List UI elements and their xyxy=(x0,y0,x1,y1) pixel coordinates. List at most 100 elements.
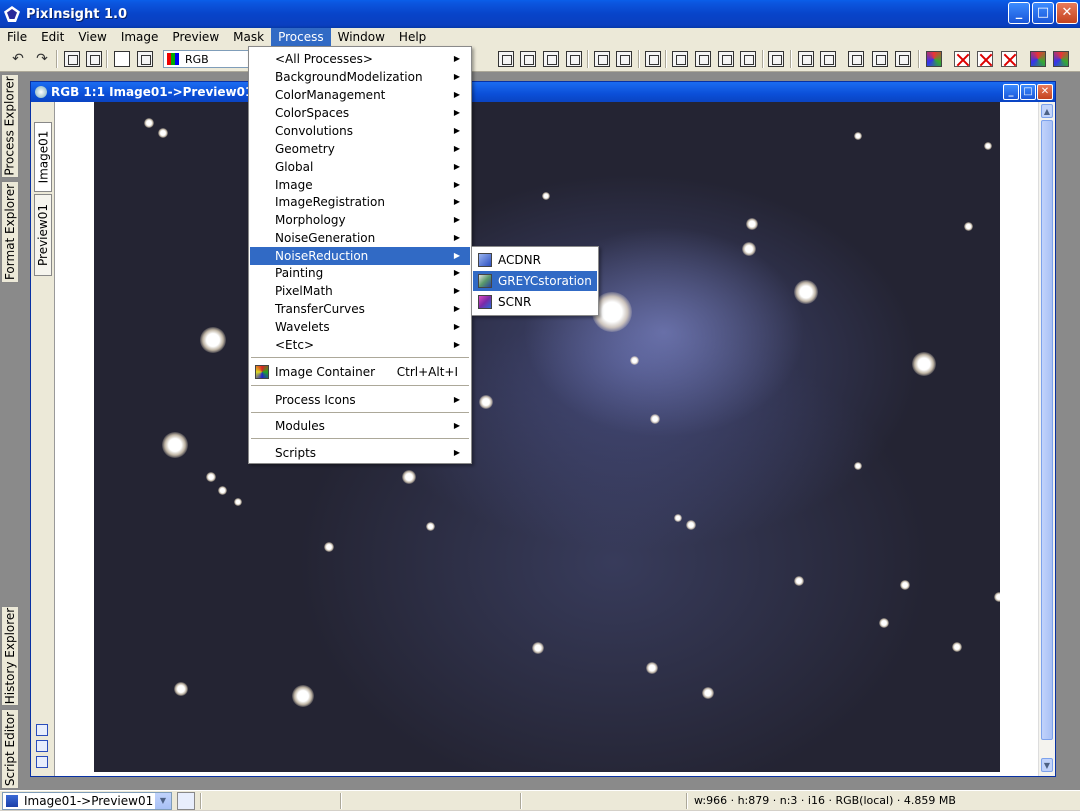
scroll-down-icon[interactable]: ▼ xyxy=(1041,758,1053,772)
tab-preview01[interactable]: Preview01 xyxy=(34,194,52,276)
close-button[interactable]: ✕ xyxy=(1056,2,1078,24)
view-icon xyxy=(6,795,18,807)
channel-4-icon[interactable] xyxy=(872,51,888,67)
minimize-button[interactable]: _ xyxy=(1008,2,1030,24)
menu-item-scripts[interactable]: Scripts ▶ xyxy=(250,444,470,462)
view-properties-icon[interactable] xyxy=(177,792,195,810)
tab-image01[interactable]: Image01 xyxy=(34,122,52,192)
submenu-item-scnr[interactable]: SCNR xyxy=(473,292,597,312)
menu-item-color-management[interactable]: ColorManagement ▶ xyxy=(250,86,470,104)
flip-vertical-icon[interactable] xyxy=(616,51,632,67)
menu-item-convolutions[interactable]: Convolutions ▶ xyxy=(250,122,470,140)
image-close-button[interactable]: ✕ xyxy=(1037,84,1053,100)
menu-item-transfer-curves[interactable]: TransferCurves ▶ xyxy=(250,300,470,318)
menu-mask[interactable]: Mask xyxy=(226,28,271,46)
star xyxy=(854,462,862,470)
preview-edit-icon[interactable] xyxy=(520,51,536,67)
menu-help[interactable]: Help xyxy=(392,28,433,46)
zoom-fit-icon[interactable] xyxy=(718,51,734,67)
zoom-1to1-icon[interactable] xyxy=(740,51,756,67)
script-editor-tab[interactable]: Script Editor xyxy=(1,709,19,789)
menu-edit[interactable]: Edit xyxy=(34,28,71,46)
menu-item-noise-generation[interactable]: NoiseGeneration ▶ xyxy=(250,229,470,247)
star xyxy=(686,520,696,530)
menu-window[interactable]: Window xyxy=(331,28,392,46)
channel-2-icon[interactable] xyxy=(820,51,836,67)
stf-auto-icon[interactable] xyxy=(1053,51,1069,67)
menu-process[interactable]: Process xyxy=(271,28,331,46)
star xyxy=(964,222,973,231)
zoom-out-icon[interactable] xyxy=(695,51,711,67)
submenu-item-acdnr[interactable]: ACDNR xyxy=(473,250,597,270)
history-explorer-tab[interactable]: History Explorer xyxy=(1,606,19,706)
identifier-icon[interactable] xyxy=(64,51,80,67)
menu-item-image-registration[interactable]: ImageRegistration ▶ xyxy=(250,193,470,211)
menu-item-image-container[interactable]: Image Container Ctrl+Alt+I xyxy=(250,363,470,381)
menu-item-color-spaces[interactable]: ColorSpaces ▶ xyxy=(250,104,470,122)
star xyxy=(794,280,818,304)
menu-file[interactable]: File xyxy=(0,28,34,46)
current-view: Image01->Preview01 xyxy=(24,794,154,808)
greycstoration-icon xyxy=(478,274,492,288)
menu-item-morphology[interactable]: Morphology ▶ xyxy=(250,211,470,229)
maximize-button[interactable]: □ xyxy=(1032,2,1054,24)
process-explorer-tab[interactable]: Process Explorer xyxy=(1,74,19,178)
view-option-3-icon[interactable] xyxy=(36,756,48,768)
channel-5-icon[interactable] xyxy=(895,51,911,67)
view-selector[interactable]: Image01->Preview01 ▼ xyxy=(2,792,172,810)
menu-item-image[interactable]: Image ▶ xyxy=(250,176,470,194)
menu-item-etc[interactable]: <Etc> ▶ xyxy=(250,336,470,354)
process-menu: <All Processes> ▶ BackgroundModelization ▶… xyxy=(248,46,472,464)
menu-item-global[interactable]: Global ▶ xyxy=(250,158,470,176)
chevron-down-icon[interactable]: ▼ xyxy=(155,793,171,809)
preview-store-icon[interactable] xyxy=(543,51,559,67)
undo-icon[interactable]: ↶ xyxy=(10,51,26,67)
crop-icon[interactable] xyxy=(645,51,661,67)
menu-item-pixel-math[interactable]: PixelMath ▶ xyxy=(250,282,470,300)
menu-image[interactable]: Image xyxy=(114,28,166,46)
view-option-1-icon[interactable] xyxy=(36,724,48,736)
menu-item-noise-reduction[interactable]: NoiseReduction ▶ xyxy=(250,247,470,265)
image-canvas[interactable] xyxy=(94,102,1000,772)
color-space-select[interactable]: RGB xyxy=(163,50,251,68)
duplicate-icon[interactable] xyxy=(86,51,102,67)
channel-3-icon[interactable] xyxy=(848,51,864,67)
scroll-up-icon[interactable]: ▲ xyxy=(1041,104,1053,118)
mask-invert-icon[interactable] xyxy=(977,51,993,67)
menu-separator xyxy=(251,438,469,439)
redo-icon[interactable]: ↷ xyxy=(34,51,50,67)
mask-show-icon[interactable] xyxy=(1001,51,1017,67)
menu-item-background-modelization[interactable]: BackgroundModelization ▶ xyxy=(250,68,470,86)
mask-icon[interactable] xyxy=(137,51,153,67)
menu-item-wavelets[interactable]: Wavelets ▶ xyxy=(250,318,470,336)
window-cascade-icon[interactable] xyxy=(768,51,784,67)
menu-item-geometry[interactable]: Geometry ▶ xyxy=(250,140,470,158)
menu-item-modules[interactable]: Modules ▶ xyxy=(250,417,470,435)
mask-disable-icon[interactable] xyxy=(954,51,970,67)
zoom-in-icon[interactable] xyxy=(672,51,688,67)
image-maximize-button[interactable]: □ xyxy=(1020,84,1036,100)
preview-restore-icon[interactable] xyxy=(566,51,582,67)
view-option-2-icon[interactable] xyxy=(36,740,48,752)
menu-item-process-icons[interactable]: Process Icons ▶ xyxy=(250,391,470,409)
stf-icon[interactable] xyxy=(1030,51,1046,67)
preview-new-icon[interactable] xyxy=(498,51,514,67)
menu-preview[interactable]: Preview xyxy=(165,28,226,46)
star xyxy=(912,352,936,376)
image-window-icon xyxy=(35,86,47,98)
color-display-icon[interactable] xyxy=(926,51,942,67)
image-window-titlebar[interactable]: RGB 1:1 Image01->Preview01 E:/ _ □ ✕ xyxy=(31,82,1055,102)
menu-view[interactable]: View xyxy=(71,28,113,46)
menu-item-all-processes[interactable]: <All Processes> ▶ xyxy=(250,50,470,68)
format-explorer-tab[interactable]: Format Explorer xyxy=(1,181,19,283)
channel-1-icon[interactable] xyxy=(798,51,814,67)
star xyxy=(994,592,1000,602)
new-image-icon[interactable] xyxy=(114,51,130,67)
image-vertical-scrollbar[interactable]: ▲ ▼ xyxy=(1038,102,1055,776)
menu-item-painting[interactable]: Painting ▶ xyxy=(250,264,470,282)
flip-horizontal-icon[interactable] xyxy=(594,51,610,67)
scrollbar-thumb[interactable] xyxy=(1041,120,1053,740)
menu-separator xyxy=(251,412,469,413)
submenu-item-greycstoration[interactable]: GREYCstoration xyxy=(473,271,597,291)
image-minimize-button[interactable]: _ xyxy=(1003,84,1019,100)
